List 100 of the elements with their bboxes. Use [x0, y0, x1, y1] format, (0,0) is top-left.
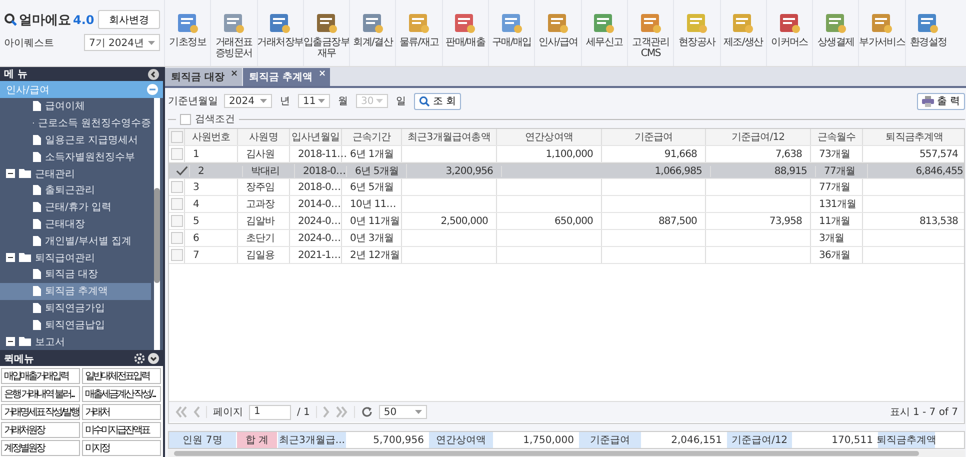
toolbar-button[interactable]: 이커머스	[766, 0, 812, 66]
table-cell-text: 2년 12개월	[350, 249, 400, 262]
table-row[interactable]: 4 고과장 2014-0… 10년 11… 131개월	[169, 196, 964, 213]
period-select[interactable]: 7기 2024년	[84, 34, 160, 51]
page-label: 페이지	[213, 406, 243, 419]
collapse-box-icon[interactable]	[6, 337, 15, 346]
table-cell: 6,846,455	[916, 166, 963, 176]
tree-item[interactable]: 퇴직연금가입	[0, 300, 151, 316]
column-header[interactable]: 입사년월일	[290, 129, 342, 145]
quick-menu-button[interactable]: 미지정	[82, 440, 161, 456]
unit-label: 일	[396, 95, 406, 108]
collapse-box-icon[interactable]	[6, 169, 15, 178]
tree-item[interactable]: 급여이체	[0, 98, 151, 115]
table-cell-text: 77개월	[819, 181, 850, 194]
quick-menu-button[interactable]: 은행 거래내역 불러...	[1, 386, 80, 402]
app-icon	[407, 11, 432, 35]
column-header[interactable]: 근속기간	[342, 129, 402, 145]
checkbox[interactable]	[180, 114, 191, 124]
toolbar-button[interactable]: 거래처장부	[256, 0, 303, 66]
quick-menu-button[interactable]: 매출세금계산 작성/...	[82, 386, 161, 402]
tab[interactable]: 퇴직금 추계액 ×	[243, 68, 330, 86]
quick-menu-button[interactable]: 거래처	[82, 404, 161, 420]
tree-folder[interactable]: 근태관리	[35, 166, 75, 181]
column-header[interactable]: 연간상여액	[497, 129, 602, 145]
settings-icon[interactable]	[134, 353, 145, 364]
toolbar-button[interactable]: 기초정보	[164, 0, 210, 66]
month-select[interactable]: 11	[298, 94, 330, 108]
table-row[interactable]: 7 김일용 2021-1… 2년 12개월 36개월	[169, 247, 964, 264]
toolbar-button[interactable]: 인사/급여	[534, 0, 581, 66]
first-page-icon[interactable]	[175, 406, 187, 418]
quick-menu-button[interactable]: 거래처원장	[1, 422, 80, 438]
page-size-select[interactable]: 50	[378, 405, 427, 419]
total-label: 퇴직금추계액	[878, 432, 936, 448]
table-cell: 3	[193, 182, 199, 192]
quick-menu-button[interactable]: 계정별원장	[1, 440, 80, 456]
collapse-icon[interactable]	[148, 68, 159, 80]
refresh-icon[interactable]	[360, 406, 373, 418]
tree-item[interactable]: 소득자별원천징수부	[0, 148, 151, 166]
tree-item[interactable]: 근로소득 원천징수영수증	[0, 114, 151, 132]
quick-menu-button[interactable]: 미수미지급잔액표	[82, 422, 161, 438]
search-button[interactable]: 조 회	[414, 92, 462, 110]
toolbar-button[interactable]: 거래전표 증빙문서	[210, 0, 257, 66]
change-company-button[interactable]: 회사변경	[98, 10, 160, 29]
toolbar-button[interactable]: 고객관리 CMS	[626, 0, 674, 66]
column-header[interactable]: 최근3개월급여총액	[402, 129, 497, 145]
toolbar-button[interactable]: 현장공사	[673, 0, 720, 66]
toolbar-button[interactable]: 물류/재고	[395, 0, 442, 66]
quick-menu-button[interactable]: 거래명세표 작성/발행	[1, 404, 80, 420]
next-page-icon[interactable]	[322, 406, 330, 418]
tree-folder[interactable]: 보고서	[35, 334, 65, 349]
table-cell-text: 김알바	[246, 215, 275, 228]
table-cell-text: 김일용	[246, 249, 275, 262]
toolbar-button[interactable]: 제조/생산	[720, 0, 766, 66]
page-field[interactable]: 1	[249, 404, 291, 420]
column-header[interactable]: 근속월수	[811, 129, 863, 145]
column-header[interactable]: 기준급여	[602, 129, 706, 145]
column-header[interactable]: 사원명	[238, 129, 290, 145]
app-icon	[824, 11, 848, 35]
table-cell-text: 77개월	[824, 165, 856, 178]
quick-menu-button[interactable]: 일반대체전표입력	[82, 368, 161, 384]
tree-item[interactable]: 근태/휴가 입력	[0, 198, 151, 216]
close-icon[interactable]: ×	[318, 69, 326, 79]
table-cell-text: 김사원	[246, 148, 275, 161]
tree-folder[interactable]: 퇴직급여관리	[35, 250, 95, 265]
tree-item[interactable]: 개인별/부서별 집계	[0, 232, 151, 250]
collapse-box-icon[interactable]	[6, 253, 15, 262]
tree-item[interactable]: 퇴직금 대장	[0, 266, 151, 283]
tree-item[interactable]: 퇴직연금납입	[0, 316, 151, 334]
last-page-icon[interactable]	[336, 406, 348, 418]
tree-item[interactable]: 출퇴근관리	[0, 182, 151, 199]
toolbar-button[interactable]: 상생결제	[812, 0, 858, 66]
toolbar-button[interactable]: 환경설정	[904, 0, 952, 66]
table-row[interactable]: 5 김알바 2024-0… 0년 11개월 2,500,000 650,000 887,500 73,958 11개월 813,538	[169, 213, 964, 230]
toolbar-button[interactable]: 회계/결산	[349, 0, 396, 66]
print-button[interactable]: 출 력	[916, 92, 965, 110]
column-header[interactable]: 사원번호	[185, 129, 238, 145]
toolbar-button[interactable]: 입출금장부 재무	[302, 0, 350, 66]
tab[interactable]: 퇴직금 대장 ×	[165, 68, 242, 86]
previous-page-icon[interactable]	[193, 406, 200, 418]
table-row[interactable]: 6 초단기 2024-0… 0년 3개월 3개월	[169, 230, 964, 247]
checkbox[interactable]	[176, 165, 188, 177]
toolbar-button[interactable]: 부가서비스	[858, 0, 905, 66]
toolbar-button[interactable]: 판매/매출	[442, 0, 488, 66]
column-header[interactable]: 퇴직금추계액	[863, 129, 966, 145]
quick-menu-button[interactable]: 매입매출거래입력	[1, 368, 80, 384]
table-row[interactable]: 2 박대리 2018-0… 6년 5개월 3,200,956 1,066,985 88,915 77개월 6,846,455	[169, 163, 964, 179]
table-row[interactable]: 3 장주임 2018-0… 6년 5개월 77개월	[169, 179, 964, 196]
table-cell: 1,100,000	[546, 148, 593, 160]
toolbar-button[interactable]: 구매/매입	[488, 0, 534, 66]
table-cell-text: 131개월	[819, 198, 856, 211]
close-icon[interactable]: ×	[230, 69, 238, 79]
column-header[interactable]: 기준급여/12	[706, 129, 811, 145]
version-text: 4.0	[73, 12, 94, 26]
tree-item[interactable]: 일용근로 지급명세서	[0, 132, 151, 148]
toolbar-button[interactable]: 세무신고	[580, 0, 627, 66]
year-select[interactable]: 2024	[224, 94, 272, 108]
app-icon	[222, 11, 246, 35]
table-cell-text: 3개월	[819, 232, 844, 245]
tree-item[interactable]: 근태대장	[0, 216, 151, 232]
expand-icon[interactable]	[148, 353, 159, 364]
